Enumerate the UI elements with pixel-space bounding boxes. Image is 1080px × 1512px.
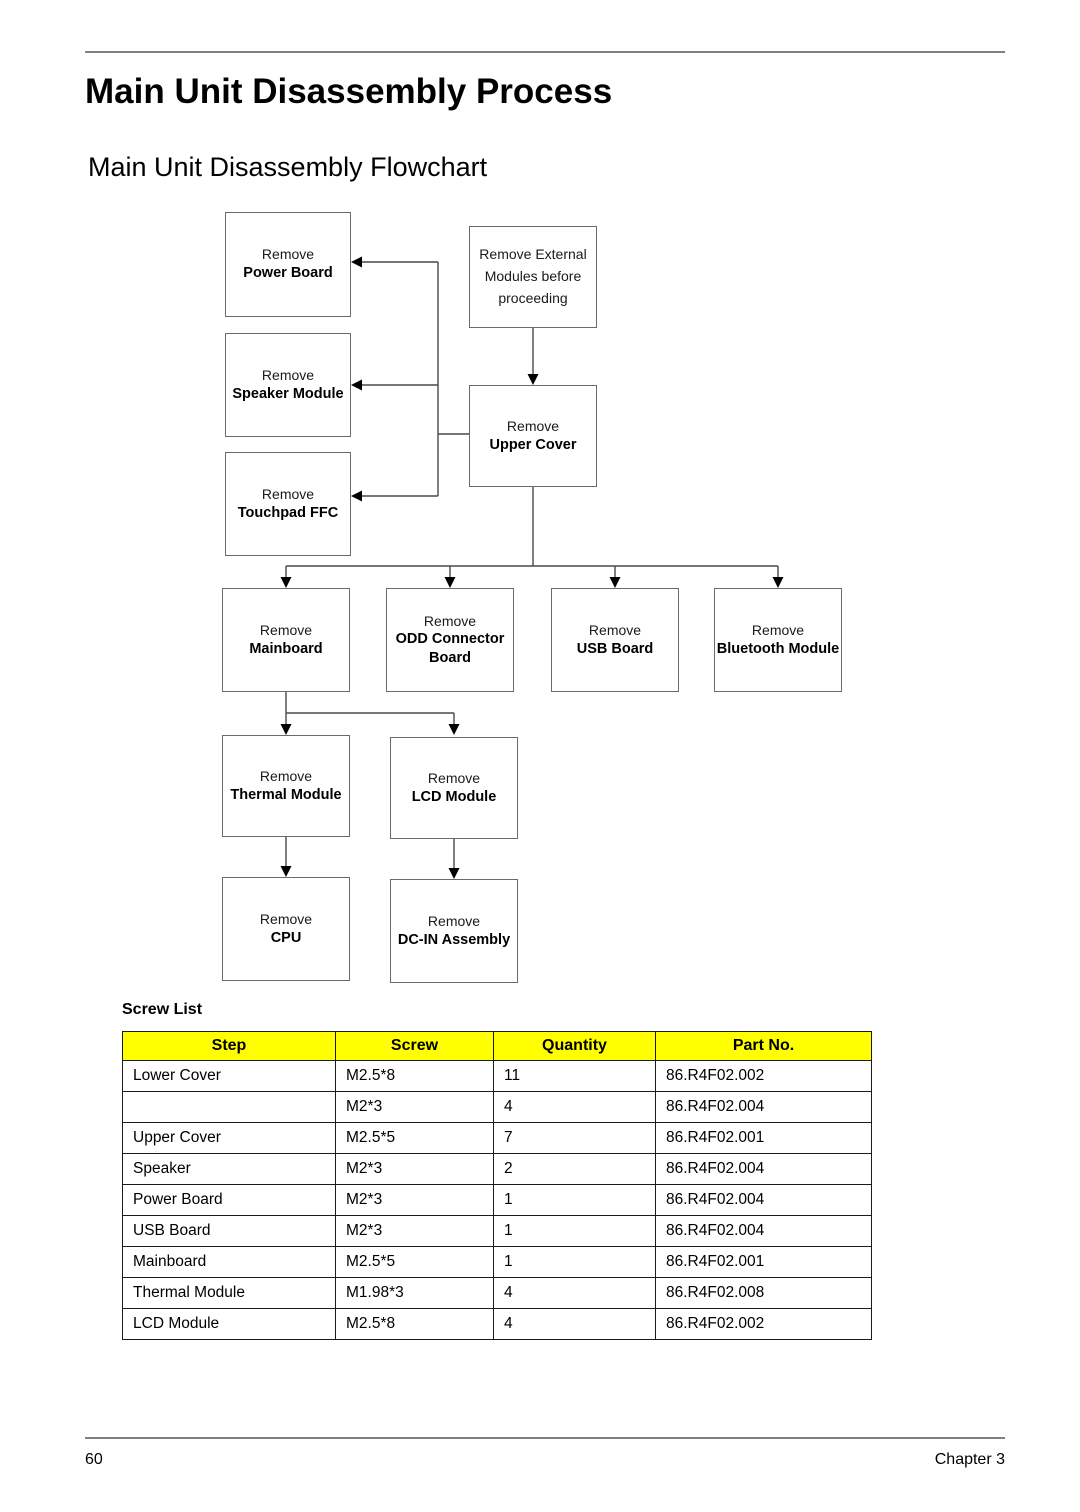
flow-box-remove-power-board[interactable]: Remove Power Board <box>225 212 351 317</box>
flow-box-target: Touchpad FFC <box>237 504 339 521</box>
cell-screw: M2*3 <box>335 1184 494 1216</box>
flow-box-remove-dc-in-assembly[interactable]: Remove DC-IN Assembly <box>390 879 518 983</box>
flow-box-remove-thermal-module[interactable]: Remove Thermal Module <box>222 735 350 837</box>
table-row: Mainboard M2.5*5 1 86.R4F02.001 <box>122 1246 872 1278</box>
flowchart-connectors <box>280 256 784 879</box>
cell-quantity: 7 <box>493 1122 656 1154</box>
cell-step: Speaker <box>122 1153 336 1185</box>
table-row: Speaker M2*3 2 86.R4F02.004 <box>122 1153 872 1185</box>
cell-step: Lower Cover <box>122 1060 336 1092</box>
cell-screw: M1.98*3 <box>335 1277 494 1309</box>
flow-box-target: CPU <box>270 929 302 946</box>
cell-part-no: 86.R4F02.001 <box>655 1122 872 1154</box>
screw-list-table: Step Screw Quantity Part No. Lower Cover… <box>122 1031 872 1340</box>
flow-box-action: Remove <box>259 621 313 638</box>
cell-quantity: 1 <box>493 1246 656 1278</box>
note-line-2: Modules before <box>484 268 582 285</box>
cell-quantity: 4 <box>493 1277 656 1309</box>
flow-box-remove-usb-board[interactable]: Remove USB Board <box>551 588 679 692</box>
note-line-3: proceeding <box>498 289 568 306</box>
flow-box-target-line2: Board <box>429 649 471 666</box>
cell-part-no: 86.R4F02.004 <box>655 1091 872 1123</box>
footer-page-number: 60 <box>85 1451 103 1468</box>
table-header-row: Step Screw Quantity Part No. <box>122 1031 872 1061</box>
disassembly-flowchart: Remove External Modules before proceedin… <box>0 0 1080 1000</box>
cell-screw: M2.5*5 <box>335 1246 494 1278</box>
flow-box-action: Remove <box>506 417 560 434</box>
cell-part-no: 86.R4F02.002 <box>655 1060 872 1092</box>
cell-step: Mainboard <box>122 1246 336 1278</box>
note-line-1: Remove External <box>479 246 587 263</box>
column-header-part-no: Part No. <box>655 1031 872 1061</box>
cell-screw: M2.5*5 <box>335 1122 494 1154</box>
cell-step: LCD Module <box>122 1308 336 1340</box>
flow-box-target: Speaker Module <box>232 385 344 402</box>
flow-box-target: ODD Connector <box>395 631 505 648</box>
cell-part-no: 86.R4F02.002 <box>655 1308 872 1340</box>
cell-step: Upper Cover <box>122 1122 336 1154</box>
screw-list-label: Screw List <box>122 1001 203 1018</box>
cell-step: Thermal Module <box>122 1277 336 1309</box>
table-row: M2*3 4 86.R4F02.004 <box>122 1091 872 1123</box>
flow-box-action: Remove <box>261 366 315 383</box>
column-header-screw: Screw <box>335 1031 494 1061</box>
flow-box-remove-mainboard[interactable]: Remove Mainboard <box>222 588 350 692</box>
cell-quantity: 1 <box>493 1215 656 1247</box>
column-header-step: Step <box>122 1031 336 1061</box>
cell-part-no: 86.R4F02.008 <box>655 1277 872 1309</box>
cell-quantity: 2 <box>493 1153 656 1185</box>
flow-box-action: Remove <box>427 912 481 929</box>
cell-part-no: 86.R4F02.004 <box>655 1184 872 1216</box>
cell-part-no: 86.R4F02.004 <box>655 1153 872 1185</box>
cell-screw: M2.5*8 <box>335 1308 494 1340</box>
column-header-quantity: Quantity <box>493 1031 656 1061</box>
flow-box-action: Remove <box>751 621 805 638</box>
table-row: Thermal Module M1.98*3 4 86.R4F02.008 <box>122 1277 872 1309</box>
footer-rule <box>85 1437 1005 1439</box>
flow-box-remove-touchpad-ffc[interactable]: Remove Touchpad FFC <box>225 452 351 556</box>
flow-box-target: Power Board <box>243 265 333 282</box>
flow-box-target: Bluetooth Module <box>716 640 840 657</box>
cell-step: USB Board <box>122 1215 336 1247</box>
table-row: USB Board M2*3 1 86.R4F02.004 <box>122 1215 872 1247</box>
cell-step: Power Board <box>122 1184 336 1216</box>
flow-box-target: Mainboard <box>249 640 323 657</box>
flow-box-action: Remove <box>259 910 313 927</box>
cell-part-no: 86.R4F02.001 <box>655 1246 872 1278</box>
flow-box-remove-upper-cover[interactable]: Remove Upper Cover <box>469 385 597 487</box>
cell-step <box>122 1091 336 1123</box>
footer-chapter: Chapter 3 <box>934 1451 1005 1468</box>
flow-box-remove-external-modules[interactable]: Remove External Modules before proceedin… <box>469 226 597 328</box>
flow-box-remove-cpu[interactable]: Remove CPU <box>222 877 350 981</box>
cell-screw: M2*3 <box>335 1153 494 1185</box>
cell-screw: M2*3 <box>335 1215 494 1247</box>
flow-box-remove-bluetooth-module[interactable]: Remove Bluetooth Module <box>714 588 842 692</box>
flow-box-remove-speaker-module[interactable]: Remove Speaker Module <box>225 333 351 437</box>
flow-box-target: DC-IN Assembly <box>397 931 511 948</box>
cell-screw: M2.5*8 <box>335 1060 494 1092</box>
cell-part-no: 86.R4F02.004 <box>655 1215 872 1247</box>
flow-box-target: LCD Module <box>411 788 497 805</box>
flow-box-action: Remove <box>427 769 481 786</box>
table-row: LCD Module M2.5*8 4 86.R4F02.002 <box>122 1308 872 1340</box>
cell-quantity: 4 <box>493 1308 656 1340</box>
table-row: Lower Cover M2.5*8 11 86.R4F02.002 <box>122 1060 872 1092</box>
cell-screw: M2*3 <box>335 1091 494 1123</box>
table-row: Power Board M2*3 1 86.R4F02.004 <box>122 1184 872 1216</box>
cell-quantity: 1 <box>493 1184 656 1216</box>
cell-quantity: 4 <box>493 1091 656 1123</box>
flow-box-action: Remove <box>588 621 642 638</box>
flow-box-action: Remove <box>259 767 313 784</box>
cell-quantity: 11 <box>493 1060 656 1092</box>
flow-box-target: Upper Cover <box>489 436 577 453</box>
flow-box-target: USB Board <box>576 640 654 657</box>
table-row: Upper Cover M2.5*5 7 86.R4F02.001 <box>122 1122 872 1154</box>
flow-box-action: Remove <box>261 246 315 263</box>
flow-box-action: Remove <box>261 485 315 502</box>
flow-box-remove-lcd-module[interactable]: Remove LCD Module <box>390 737 518 839</box>
flow-box-remove-odd-connector-board[interactable]: Remove ODD Connector Board <box>386 588 514 692</box>
flow-box-target: Thermal Module <box>230 786 342 803</box>
flow-box-action: Remove <box>423 612 477 629</box>
